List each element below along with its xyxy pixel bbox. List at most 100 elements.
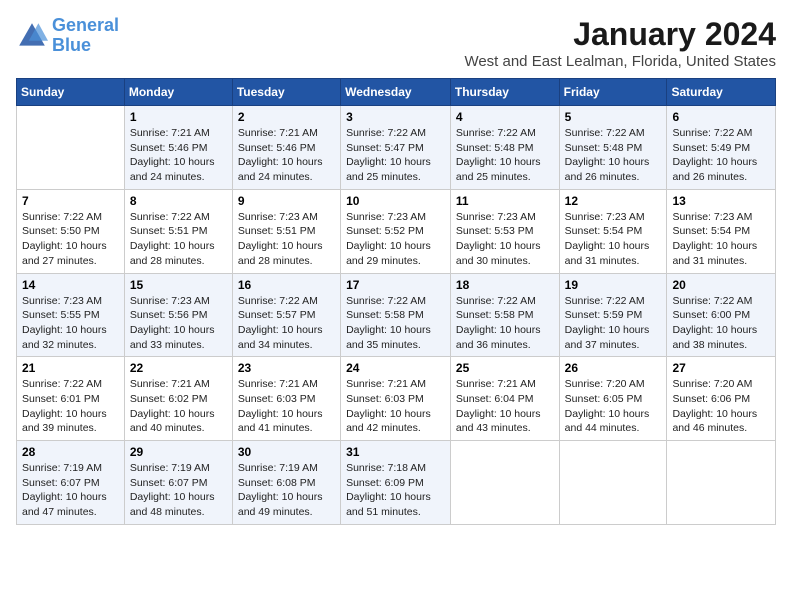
- header-day-monday: Monday: [124, 79, 232, 106]
- calendar-cell: 30 Sunrise: 7:19 AMSunset: 6:08 PMDayligh…: [232, 441, 340, 525]
- calendar-cell: [667, 441, 776, 525]
- calendar-cell: 29Sunrise: 7:19 AMSunset: 6:07 PMDayligh…: [124, 441, 232, 525]
- day-number: 12: [565, 194, 662, 208]
- day-number: 15: [130, 278, 227, 292]
- header-day-wednesday: Wednesday: [341, 79, 451, 106]
- calendar-cell: 9 Sunrise: 7:23 AMSunset: 5:51 PMDaylight…: [232, 189, 340, 273]
- day-info: Sunrise: 7:22 AMSunset: 6:01 PMDaylight:…: [22, 377, 119, 436]
- day-number: 11: [456, 194, 554, 208]
- day-number: 27: [672, 361, 770, 375]
- day-info: Sunrise: 7:22 AMSunset: 5:47 PMDaylight:…: [346, 126, 445, 185]
- calendar-week-row: 21 Sunrise: 7:22 AMSunset: 6:01 PMDayligh…: [17, 357, 776, 441]
- calendar-cell: 4 Sunrise: 7:22 AMSunset: 5:48 PMDaylight…: [450, 106, 559, 190]
- calendar-cell: 26Sunrise: 7:20 AMSunset: 6:05 PMDayligh…: [559, 357, 667, 441]
- header-day-saturday: Saturday: [667, 79, 776, 106]
- header-day-tuesday: Tuesday: [232, 79, 340, 106]
- calendar-week-row: 7 Sunrise: 7:22 AMSunset: 5:50 PMDaylight…: [17, 189, 776, 273]
- calendar-cell: 14 Sunrise: 7:23 AMSunset: 5:55 PMDayligh…: [17, 273, 125, 357]
- day-info: Sunrise: 7:22 AMSunset: 5:48 PMDaylight:…: [456, 126, 554, 185]
- header-day-sunday: Sunday: [17, 79, 125, 106]
- logo-icon: [16, 20, 48, 52]
- day-number: 31: [346, 445, 445, 459]
- calendar-cell: 20 Sunrise: 7:22 AMSunset: 6:00 PMDayligh…: [667, 273, 776, 357]
- day-number: 1: [130, 110, 227, 124]
- day-info: Sunrise: 7:19 AMSunset: 6:08 PMDaylight:…: [238, 461, 335, 520]
- title-section: January 2024 West and East Lealman, Flor…: [464, 16, 776, 70]
- day-info: Sunrise: 7:23 AMSunset: 5:53 PMDaylight:…: [456, 210, 554, 269]
- calendar-title: January 2024: [464, 16, 776, 53]
- calendar-cell: 27 Sunrise: 7:20 AMSunset: 6:06 PMDayligh…: [667, 357, 776, 441]
- calendar-cell: 17Sunrise: 7:22 AMSunset: 5:58 PMDayligh…: [341, 273, 451, 357]
- calendar-cell: 7 Sunrise: 7:22 AMSunset: 5:50 PMDaylight…: [17, 189, 125, 273]
- day-number: 30: [238, 445, 335, 459]
- day-number: 21: [22, 361, 119, 375]
- logo: General Blue: [16, 16, 119, 56]
- day-number: 25: [456, 361, 554, 375]
- day-info: Sunrise: 7:23 AMSunset: 5:51 PMDaylight:…: [238, 210, 335, 269]
- calendar-cell: [559, 441, 667, 525]
- day-info: Sunrise: 7:22 AMSunset: 5:57 PMDaylight:…: [238, 294, 335, 353]
- calendar-cell: 8 Sunrise: 7:22 AMSunset: 5:51 PMDaylight…: [124, 189, 232, 273]
- day-info: Sunrise: 7:21 AMSunset: 6:03 PMDaylight:…: [346, 377, 445, 436]
- calendar-cell: 22 Sunrise: 7:21 AMSunset: 6:02 PMDayligh…: [124, 357, 232, 441]
- calendar-cell: 6Sunrise: 7:22 AMSunset: 5:49 PMDaylight…: [667, 106, 776, 190]
- day-info: Sunrise: 7:20 AMSunset: 6:06 PMDaylight:…: [672, 377, 770, 436]
- day-number: 24: [346, 361, 445, 375]
- day-number: 22: [130, 361, 227, 375]
- calendar-cell: [450, 441, 559, 525]
- day-info: Sunrise: 7:18 AMSunset: 6:09 PMDaylight:…: [346, 461, 445, 520]
- calendar-cell: 5 Sunrise: 7:22 AMSunset: 5:48 PMDaylight…: [559, 106, 667, 190]
- day-number: 10: [346, 194, 445, 208]
- day-number: 4: [456, 110, 554, 124]
- day-number: 29: [130, 445, 227, 459]
- day-number: 17: [346, 278, 445, 292]
- calendar-cell: 13Sunrise: 7:23 AMSunset: 5:54 PMDayligh…: [667, 189, 776, 273]
- day-number: 3: [346, 110, 445, 124]
- calendar-table: SundayMondayTuesdayWednesdayThursdayFrid…: [16, 78, 776, 525]
- day-number: 14: [22, 278, 119, 292]
- day-info: Sunrise: 7:21 AMSunset: 6:02 PMDaylight:…: [130, 377, 227, 436]
- day-number: 2: [238, 110, 335, 124]
- day-info: Sunrise: 7:22 AMSunset: 5:59 PMDaylight:…: [565, 294, 662, 353]
- day-number: 5: [565, 110, 662, 124]
- day-number: 26: [565, 361, 662, 375]
- calendar-cell: 16Sunrise: 7:22 AMSunset: 5:57 PMDayligh…: [232, 273, 340, 357]
- calendar-cell: 12 Sunrise: 7:23 AMSunset: 5:54 PMDayligh…: [559, 189, 667, 273]
- calendar-cell: 11 Sunrise: 7:23 AMSunset: 5:53 PMDayligh…: [450, 189, 559, 273]
- calendar-cell: 25 Sunrise: 7:21 AMSunset: 6:04 PMDayligh…: [450, 357, 559, 441]
- calendar-cell: 31 Sunrise: 7:18 AMSunset: 6:09 PMDayligh…: [341, 441, 451, 525]
- day-number: 7: [22, 194, 119, 208]
- calendar-cell: 1 Sunrise: 7:21 AMSunset: 5:46 PMDaylight…: [124, 106, 232, 190]
- day-info: Sunrise: 7:23 AMSunset: 5:55 PMDaylight:…: [22, 294, 119, 353]
- calendar-cell: 23Sunrise: 7:21 AMSunset: 6:03 PMDayligh…: [232, 357, 340, 441]
- header: General Blue January 2024 West and East …: [16, 16, 776, 70]
- day-number: 28: [22, 445, 119, 459]
- day-info: Sunrise: 7:22 AMSunset: 5:50 PMDaylight:…: [22, 210, 119, 269]
- calendar-week-row: 28 Sunrise: 7:19 AMSunset: 6:07 PMDayligh…: [17, 441, 776, 525]
- day-info: Sunrise: 7:21 AMSunset: 6:04 PMDaylight:…: [456, 377, 554, 436]
- calendar-header-row: SundayMondayTuesdayWednesdayThursdayFrid…: [17, 79, 776, 106]
- day-number: 20: [672, 278, 770, 292]
- day-info: Sunrise: 7:23 AMSunset: 5:54 PMDaylight:…: [565, 210, 662, 269]
- calendar-cell: 18Sunrise: 7:22 AMSunset: 5:58 PMDayligh…: [450, 273, 559, 357]
- day-number: 9: [238, 194, 335, 208]
- header-day-thursday: Thursday: [450, 79, 559, 106]
- day-number: 18: [456, 278, 554, 292]
- calendar-cell: 21 Sunrise: 7:22 AMSunset: 6:01 PMDayligh…: [17, 357, 125, 441]
- day-info: Sunrise: 7:21 AMSunset: 6:03 PMDaylight:…: [238, 377, 335, 436]
- day-info: Sunrise: 7:22 AMSunset: 6:00 PMDaylight:…: [672, 294, 770, 353]
- day-info: Sunrise: 7:22 AMSunset: 5:49 PMDaylight:…: [672, 126, 770, 185]
- day-info: Sunrise: 7:22 AMSunset: 5:51 PMDaylight:…: [130, 210, 227, 269]
- day-info: Sunrise: 7:22 AMSunset: 5:48 PMDaylight:…: [565, 126, 662, 185]
- day-info: Sunrise: 7:21 AMSunset: 5:46 PMDaylight:…: [238, 126, 335, 185]
- calendar-cell: 3 Sunrise: 7:22 AMSunset: 5:47 PMDaylight…: [341, 106, 451, 190]
- calendar-week-row: 1 Sunrise: 7:21 AMSunset: 5:46 PMDaylight…: [17, 106, 776, 190]
- calendar-cell: 28 Sunrise: 7:19 AMSunset: 6:07 PMDayligh…: [17, 441, 125, 525]
- calendar-cell: 10Sunrise: 7:23 AMSunset: 5:52 PMDayligh…: [341, 189, 451, 273]
- day-info: Sunrise: 7:23 AMSunset: 5:54 PMDaylight:…: [672, 210, 770, 269]
- header-day-friday: Friday: [559, 79, 667, 106]
- calendar-cell: 24 Sunrise: 7:21 AMSunset: 6:03 PMDayligh…: [341, 357, 451, 441]
- day-info: Sunrise: 7:21 AMSunset: 5:46 PMDaylight:…: [130, 126, 227, 185]
- day-number: 8: [130, 194, 227, 208]
- day-info: Sunrise: 7:19 AMSunset: 6:07 PMDaylight:…: [22, 461, 119, 520]
